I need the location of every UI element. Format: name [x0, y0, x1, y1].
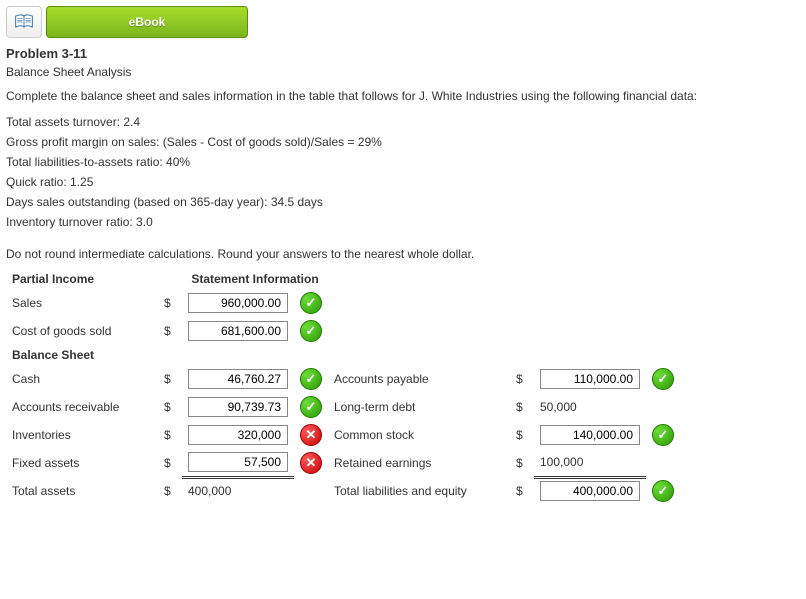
correct-icon: ✓ — [300, 396, 322, 418]
common-stock-input[interactable] — [540, 425, 640, 445]
accounts-receivable-input[interactable] — [188, 397, 288, 417]
income-header-right: Statement Information — [182, 269, 328, 289]
currency-symbol: $ — [510, 393, 534, 421]
currency-symbol: $ — [510, 477, 534, 505]
row-label: Retained earnings — [328, 449, 510, 477]
data-line: Total assets turnover: 2.4 — [6, 113, 800, 131]
fixed-assets-input[interactable] — [188, 452, 288, 472]
sales-input[interactable] — [188, 293, 288, 313]
correct-icon: ✓ — [300, 292, 322, 314]
correct-icon: ✓ — [300, 320, 322, 342]
data-line: Gross profit margin on sales: (Sales - C… — [6, 133, 800, 151]
currency-symbol: $ — [510, 421, 534, 449]
data-line: Inventory turnover ratio: 3.0 — [6, 213, 800, 231]
financial-data-list: Total assets turnover: 2.4 Gross profit … — [6, 113, 800, 231]
data-line: Days sales outstanding (based on 365-day… — [6, 193, 800, 211]
row-label: Accounts receivable — [6, 393, 158, 421]
data-line: Total liabilities-to-assets ratio: 40% — [6, 153, 800, 171]
table-row: Accounts receivable $ ✓ Long-term debt $… — [6, 393, 680, 421]
total-assets-value: 400,000 — [182, 477, 294, 505]
table-row: Total assets $ 400,000 Total liabilities… — [6, 477, 680, 505]
total-liabilities-equity-input[interactable] — [540, 481, 640, 501]
table-row: Inventories $ ✕ Common stock $ ✓ — [6, 421, 680, 449]
correct-icon: ✓ — [652, 368, 674, 390]
row-label: Accounts payable — [328, 365, 510, 393]
correct-icon: ✓ — [652, 480, 674, 502]
row-label: Cash — [6, 365, 158, 393]
currency-symbol: $ — [158, 393, 182, 421]
cash-input[interactable] — [188, 369, 288, 389]
table-row: Fixed assets $ ✕ Retained earnings $ 100… — [6, 449, 680, 477]
correct-icon: ✓ — [652, 424, 674, 446]
worksheet-table: Partial Income Statement Information Sal… — [6, 269, 680, 505]
row-label: Inventories — [6, 421, 158, 449]
correct-icon: ✓ — [300, 368, 322, 390]
row-label: Total liabilities and equity — [328, 477, 510, 505]
problem-subtitle: Balance Sheet Analysis — [6, 65, 800, 79]
row-label: Long-term debt — [328, 393, 510, 421]
rounding-note: Do not round intermediate calculations. … — [6, 247, 800, 261]
currency-symbol: $ — [158, 317, 182, 345]
retained-earnings-value: 100,000 — [534, 449, 646, 477]
table-row: Cash $ ✓ Accounts payable $ ✓ — [6, 365, 680, 393]
accounts-payable-input[interactable] — [540, 369, 640, 389]
row-label: Fixed assets — [6, 449, 158, 477]
cogs-input[interactable] — [188, 321, 288, 341]
income-header-left: Partial Income — [6, 269, 158, 289]
row-label: Cost of goods sold — [6, 317, 158, 345]
row-label: Sales — [6, 289, 158, 317]
currency-symbol: $ — [510, 449, 534, 477]
incorrect-icon: ✕ — [300, 424, 322, 446]
book-icon — [14, 14, 34, 30]
incorrect-icon: ✕ — [300, 452, 322, 474]
row-label: Total assets — [6, 477, 158, 505]
currency-symbol: $ — [158, 421, 182, 449]
book-icon-button[interactable] — [6, 6, 42, 38]
problem-instruction: Complete the balance sheet and sales inf… — [6, 89, 800, 103]
currency-symbol: $ — [158, 477, 182, 505]
problem-title: Problem 3-11 — [6, 46, 800, 61]
currency-symbol: $ — [158, 449, 182, 477]
table-row: Cost of goods sold $ ✓ — [6, 317, 680, 345]
currency-symbol: $ — [158, 365, 182, 393]
inventories-input[interactable] — [188, 425, 288, 445]
ebook-button[interactable]: eBook — [46, 6, 248, 38]
data-line: Quick ratio: 1.25 — [6, 173, 800, 191]
balance-sheet-header: Balance Sheet — [6, 345, 680, 365]
long-term-debt-value: 50,000 — [534, 393, 646, 421]
currency-symbol: $ — [158, 289, 182, 317]
row-label: Common stock — [328, 421, 510, 449]
currency-symbol: $ — [510, 365, 534, 393]
table-row: Sales $ ✓ — [6, 289, 680, 317]
